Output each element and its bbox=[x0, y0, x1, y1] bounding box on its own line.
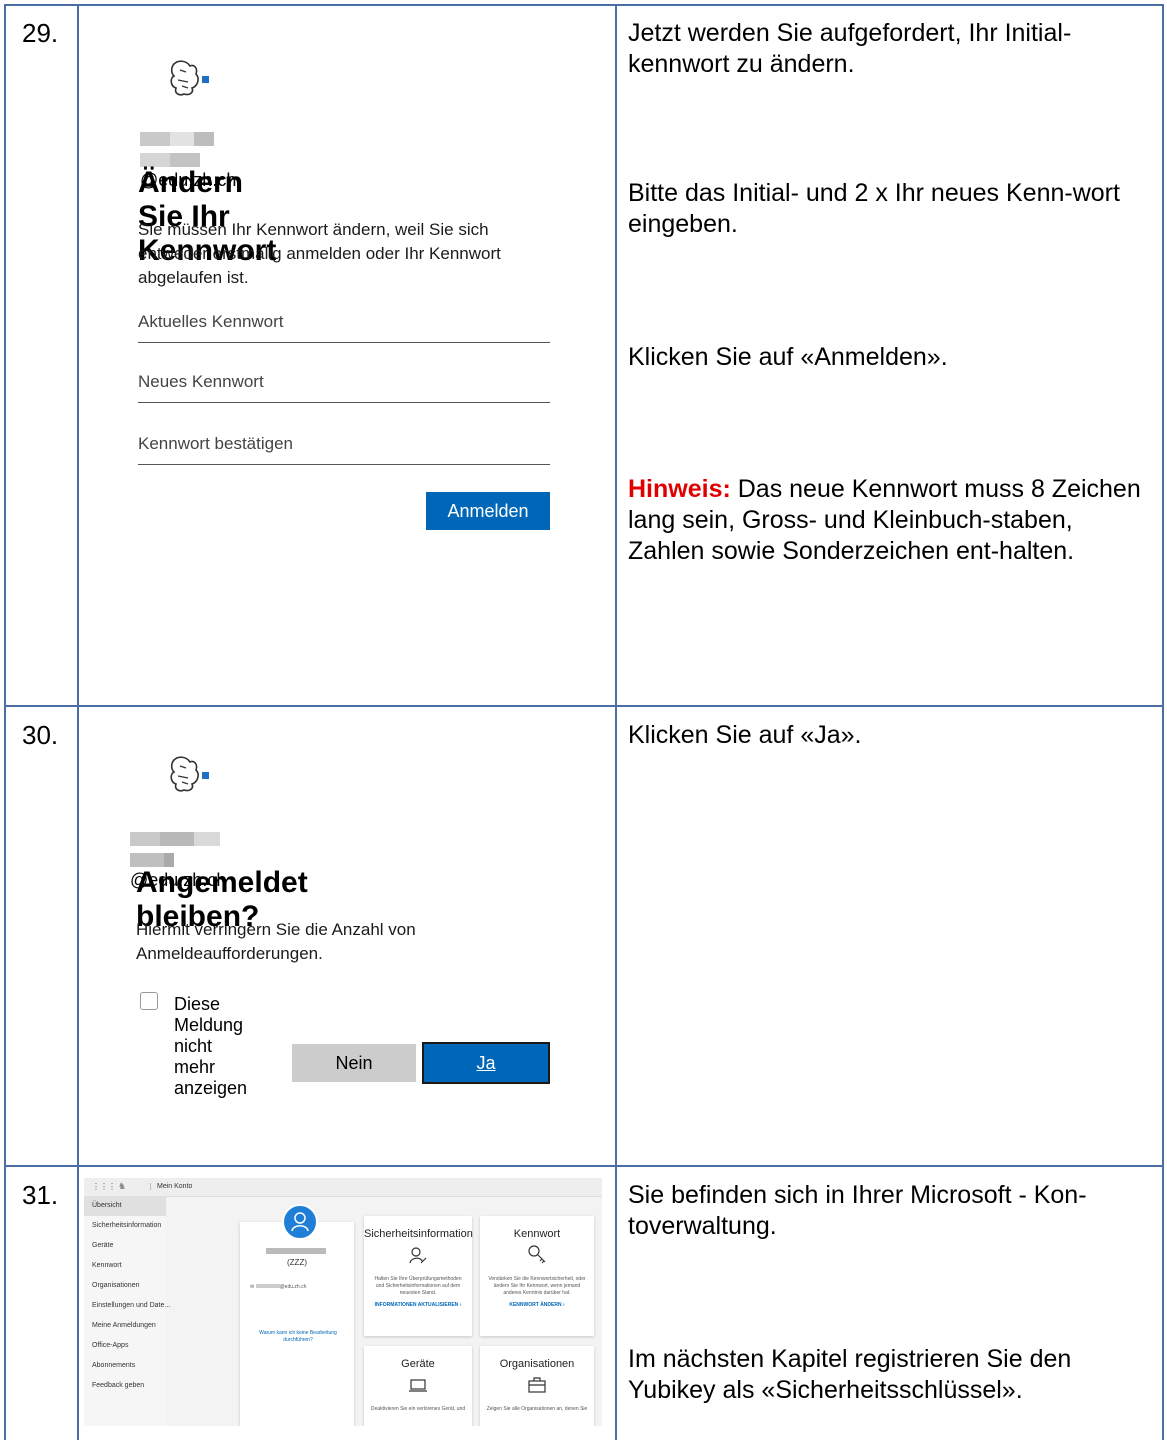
table-border-right bbox=[1162, 4, 1164, 1440]
table-border-top bbox=[4, 4, 1164, 6]
step-30-instruction: Klicken Sie auf «Ja». bbox=[628, 721, 862, 749]
card-link[interactable]: INFORMATIONEN AKTUALISIEREN › bbox=[364, 1302, 472, 1308]
profile-tag: (ZZZ) bbox=[287, 1258, 307, 1267]
table-border-col2 bbox=[615, 4, 617, 1440]
yes-button[interactable]: Ja bbox=[422, 1042, 550, 1084]
profile-email: ✉ @edu.zh.ch bbox=[250, 1284, 307, 1290]
page-description: Sie müssen Ihr Kennwort ändern, weil Sie… bbox=[138, 220, 501, 287]
step-number: 29. bbox=[22, 18, 59, 48]
password-card[interactable]: Kennwort Verstärken Sie die Kennwortsich… bbox=[480, 1216, 594, 1336]
sidebar-item-my-signins[interactable]: Meine Anmeldungen bbox=[84, 1316, 166, 1336]
sidebar-item-devices[interactable]: Geräte bbox=[84, 1236, 166, 1256]
mail-icon: ✉ bbox=[250, 1284, 255, 1290]
table-border-col1 bbox=[77, 4, 79, 1440]
person-icon bbox=[291, 1212, 309, 1232]
security-info-card[interactable]: Sicherheitsinformation Halten Sie Ihre Ü… bbox=[364, 1216, 473, 1336]
profile-help-link[interactable]: Warum kann ich keine Bearbeitung durchfü… bbox=[250, 1330, 346, 1344]
no-button[interactable]: Nein bbox=[292, 1044, 416, 1082]
avatar bbox=[282, 1204, 318, 1240]
hint-label: Hinweis: bbox=[628, 475, 731, 503]
table-border-left bbox=[4, 4, 6, 1440]
card-link[interactable]: KENNWORT ÄNDERN › bbox=[480, 1302, 594, 1308]
table-row-separator-1 bbox=[4, 705, 1164, 707]
step-29-instruction-1: Jetzt werden Sie aufgefordert, Ihr Initi… bbox=[628, 19, 1072, 78]
account-topbar: ⋮⋮⋮ ♞ Mein Konto bbox=[84, 1178, 602, 1197]
sidebar-item-feedback[interactable]: Feedback geben bbox=[84, 1376, 166, 1396]
sidebar-item-overview[interactable]: Übersicht bbox=[84, 1196, 166, 1216]
sidebar-item-settings[interactable]: Einstellungen und Date... bbox=[84, 1296, 170, 1316]
sidebar-item-organizations[interactable]: Organisationen bbox=[84, 1276, 166, 1296]
page-description: Hiermit verringern Sie die Anzahl von An… bbox=[136, 920, 416, 963]
new-password-field[interactable]: Neues Kennwort bbox=[138, 372, 550, 403]
account-sidebar: Übersicht Sicherheitsinformation Geräte … bbox=[84, 1196, 170, 1426]
card-text: Halten Sie Ihre Überprüfungsmethoden und… bbox=[374, 1276, 462, 1296]
dont-show-again-label: Diese Meldung nicht mehr anzeigen bbox=[174, 994, 248, 1098]
confirm-password-field[interactable]: Kennwort bestätigen bbox=[138, 434, 550, 465]
profile-card: (ZZZ) ✉ @edu.zh.ch Warum kann ich keine … bbox=[240, 1204, 354, 1426]
step-29-hint: Hinweis: Das neue Kennwort muss 8 Zeiche… bbox=[628, 474, 1148, 567]
organizations-card[interactable]: Organisationen Zeigen Sie alle Organisat… bbox=[480, 1346, 594, 1426]
card-text: Deaktivieren Sie ein verlorenes Gerät, u… bbox=[370, 1406, 466, 1412]
current-password-field[interactable]: Aktuelles Kennwort bbox=[138, 312, 550, 343]
step-31-instruction-1: Sie befinden sich in Ihrer Microsoft - K… bbox=[628, 1181, 1087, 1240]
card-text: Zeigen Sie alle Organisationen an, denen… bbox=[486, 1406, 588, 1412]
step-number: 31. bbox=[22, 1180, 59, 1210]
card-title: Kennwort bbox=[513, 1228, 561, 1240]
zurich-lion-logo-icon bbox=[170, 60, 209, 96]
key-icon bbox=[528, 1245, 546, 1264]
zurich-lion-logo-icon bbox=[170, 756, 209, 792]
card-title: Organisationen bbox=[499, 1358, 575, 1370]
dont-show-again-checkbox[interactable] bbox=[140, 992, 158, 1010]
redacted-block bbox=[140, 132, 170, 147]
step-number: 30. bbox=[22, 720, 59, 750]
sign-in-button[interactable]: Anmelden bbox=[426, 492, 550, 530]
redacted-name bbox=[266, 1248, 326, 1254]
step-29-instruction-2: Bitte das Initial- und 2 x Ihr neues Ken… bbox=[628, 179, 1120, 238]
account-app-title: Mein Konto bbox=[150, 1183, 192, 1190]
card-title: Sicherheitsinformation bbox=[364, 1228, 473, 1240]
app-launcher-icon[interactable]: ⋮⋮⋮ bbox=[92, 1182, 116, 1191]
table-row-separator-2 bbox=[4, 1165, 1164, 1167]
my-account-screenshot: ⋮⋮⋮ ♞ Mein Konto Übersicht Sicherheitsin… bbox=[84, 1178, 602, 1426]
laptop-icon bbox=[409, 1379, 427, 1392]
lion-logo-icon: ♞ bbox=[118, 1181, 127, 1191]
sidebar-item-password[interactable]: Kennwort bbox=[84, 1256, 166, 1276]
step-29-instruction-3: Klicken Sie auf «Anmelden». bbox=[628, 343, 948, 371]
sidebar-item-security-info[interactable]: Sicherheitsinformation bbox=[84, 1216, 166, 1236]
briefcase-icon bbox=[528, 1377, 546, 1393]
card-text: Verstärken Sie die Kennwortsicherheit, o… bbox=[488, 1276, 586, 1296]
sidebar-item-subscriptions[interactable]: Abonnements bbox=[84, 1356, 166, 1376]
card-title: Geräte bbox=[401, 1358, 435, 1370]
redacted-block bbox=[130, 832, 160, 847]
devices-card[interactable]: Geräte Deaktivieren Sie ein verlorenes G… bbox=[364, 1346, 472, 1426]
sidebar-item-office-apps[interactable]: Office-Apps bbox=[84, 1336, 166, 1356]
step-31-instruction-2: Im nächsten Kapitel registrieren Sie den… bbox=[628, 1345, 1072, 1404]
person-edit-icon bbox=[409, 1247, 427, 1264]
